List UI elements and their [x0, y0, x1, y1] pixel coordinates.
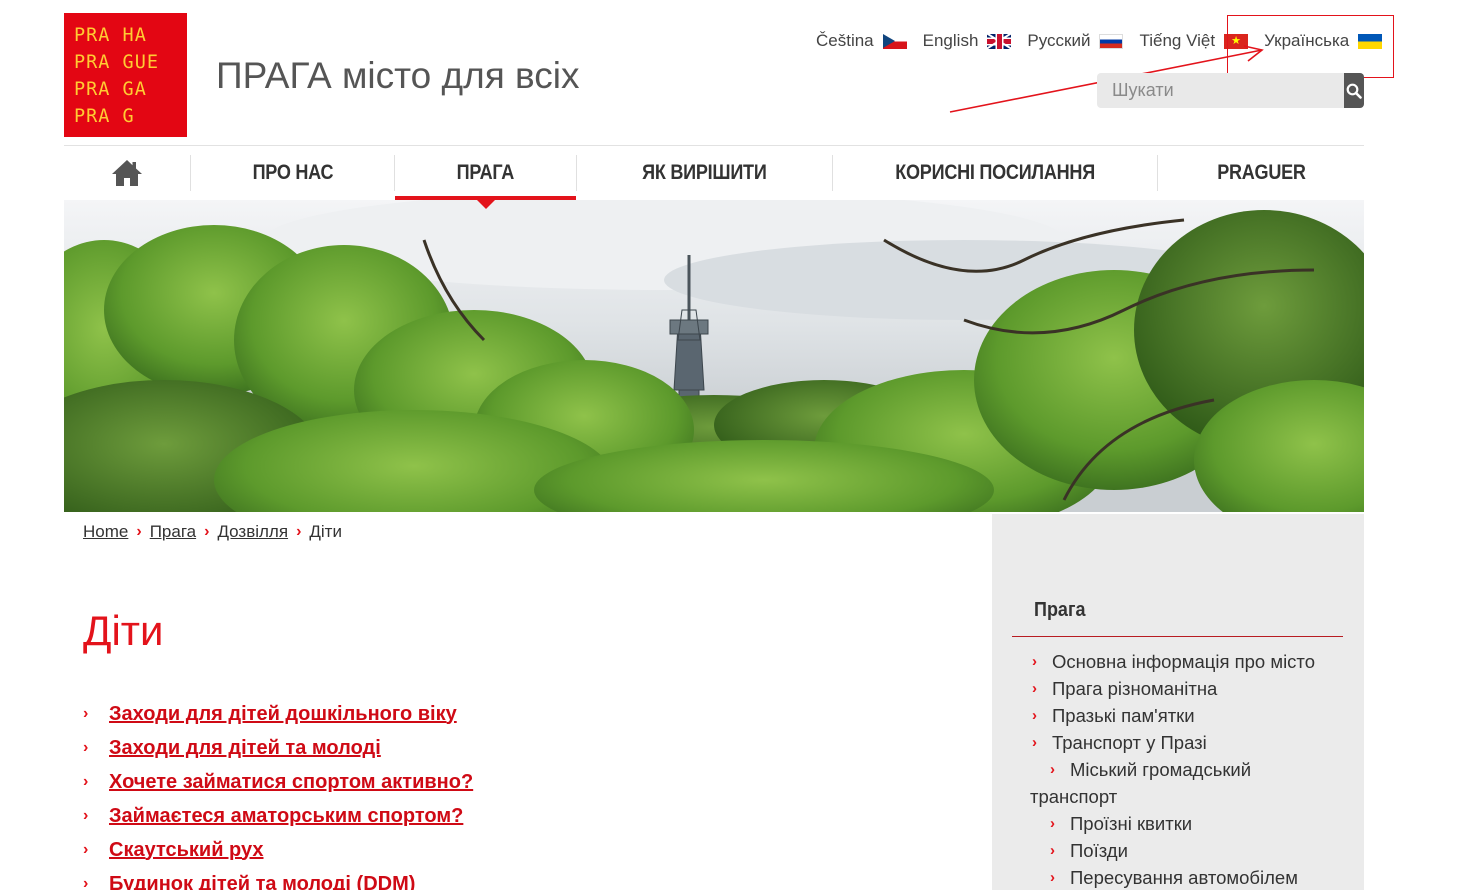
sidebar-item-label-continued: транспорт	[1030, 786, 1118, 807]
petrin-tower-photo	[64, 200, 1364, 512]
content-link[interactable]: Будинок дітей та молоді (DDM)	[109, 873, 415, 890]
sidebar: Прага › Основна інформація про місто › Пра…	[992, 514, 1364, 890]
sidebar-subitem[interactable]: › Пересування автомобілем	[1032, 864, 1352, 890]
sidebar-item-label: Проїзні квитки	[1070, 813, 1193, 834]
main-nav: Про нас Прага Як вирішити Корисні посила…	[64, 146, 1364, 209]
content-link[interactable]: Хочете займатися спортом активно?	[109, 771, 473, 794]
chevron-right-icon: ›	[1032, 653, 1037, 670]
chevron-right-icon: ›	[1032, 707, 1037, 724]
list-item: › Хочете займатися спортом активно?	[83, 765, 473, 799]
chevron-right-icon: ›	[1050, 842, 1055, 859]
chevron-right-icon: ›	[1050, 869, 1055, 886]
nav-label: Прага	[456, 161, 515, 184]
nav-label: Корисні посилання	[895, 161, 1095, 184]
chevron-right-icon: ›	[83, 705, 89, 722]
nav-label: Про нас	[252, 161, 333, 184]
sidebar-title: Прага	[1034, 599, 1086, 621]
sidebar-subitem[interactable]: › Поїзди	[1032, 837, 1352, 864]
list-item: › Заходи для дітей дошкільного віку	[83, 697, 473, 731]
chevron-right-icon: ›	[83, 875, 89, 890]
chevron-right-icon: ›	[1050, 815, 1055, 832]
nav-praguer[interactable]: Praguer	[1158, 146, 1364, 200]
chevron-right-icon: ›	[136, 523, 142, 540]
sidebar-item-label: Прага різноманітна	[1052, 678, 1218, 699]
breadcrumb-current: Діти	[309, 522, 342, 541]
chevron-right-icon: ›	[1032, 734, 1037, 751]
sidebar-item-label: Міський громадський	[1070, 759, 1252, 780]
chevron-right-icon: ›	[204, 523, 210, 540]
nav-label: Praguer	[1216, 161, 1306, 184]
search-box	[1097, 73, 1364, 108]
sidebar-item-label: Празькі пам'ятки	[1052, 705, 1195, 726]
search-input[interactable]	[1097, 73, 1344, 108]
sidebar-menu: › Основна інформація про місто › Прага різ…	[1030, 648, 1352, 890]
content-link[interactable]: Скаутський рух	[109, 839, 264, 862]
chevron-right-icon: ›	[83, 739, 89, 756]
chevron-right-icon: ›	[1050, 761, 1055, 778]
breadcrumb-leisure[interactable]: Дозвілля	[217, 522, 288, 542]
chevron-right-icon: ›	[296, 523, 302, 540]
sidebar-item[interactable]: › Транспорт у Празі	[1032, 729, 1352, 756]
list-item: › Заходи для дітей та молоді	[83, 731, 473, 765]
sidebar-item-label: Основна інформація про місто	[1052, 651, 1315, 672]
chevron-right-icon: ›	[83, 807, 89, 824]
content-link-list: › Заходи для дітей дошкільного віку › Захо…	[83, 697, 473, 890]
list-item: › Скаутський рух	[83, 833, 473, 867]
chevron-right-icon: ›	[1032, 680, 1037, 697]
nav-how-to-solve[interactable]: Як вирішити	[577, 146, 832, 200]
sidebar-subitem[interactable]: › Проїзні квитки	[1032, 810, 1352, 837]
sidebar-item[interactable]: › Основна інформація про місто	[1032, 648, 1352, 675]
list-item: › Займаєтеся аматорським спортом?	[83, 799, 473, 833]
page-title: Діти	[83, 607, 164, 654]
content-link[interactable]: Заходи для дітей та молоді	[109, 737, 381, 760]
sidebar-item-label: Пересування автомобілем	[1070, 867, 1298, 888]
breadcrumb-home[interactable]: Home	[83, 522, 128, 542]
chevron-right-icon: ›	[83, 773, 89, 790]
nav-label: Як вирішити	[642, 161, 767, 184]
breadcrumb: Home › Прага › Дозвілля › Діти	[83, 522, 342, 542]
nav-home[interactable]	[64, 146, 190, 200]
sidebar-item-label: Поїзди	[1070, 840, 1128, 861]
hero-banner-image	[64, 200, 1364, 512]
search-button[interactable]	[1344, 73, 1364, 108]
content-link[interactable]: Заходи для дітей дошкільного віку	[109, 703, 457, 726]
search-icon	[1346, 83, 1362, 99]
sidebar-item[interactable]: › Прага різноманітна	[1032, 675, 1352, 702]
sidebar-divider	[1012, 636, 1343, 637]
sidebar-item-label: Транспорт у Празі	[1052, 732, 1207, 753]
home-icon	[112, 160, 142, 186]
sidebar-item[interactable]: › Празькі пам'ятки	[1032, 702, 1352, 729]
nav-about[interactable]: Про нас	[191, 146, 394, 200]
chevron-right-icon: ›	[83, 841, 89, 858]
nav-praha[interactable]: Прага	[395, 146, 576, 209]
content-link[interactable]: Займаєтеся аматорським спортом?	[109, 805, 463, 828]
breadcrumb-praha[interactable]: Прага	[150, 522, 196, 542]
nav-useful-links[interactable]: Корисні посилання	[833, 146, 1157, 200]
list-item: › Будинок дітей та молоді (DDM)	[83, 867, 473, 890]
sidebar-subitem[interactable]: › Міський громадський транспорт	[1030, 756, 1312, 810]
